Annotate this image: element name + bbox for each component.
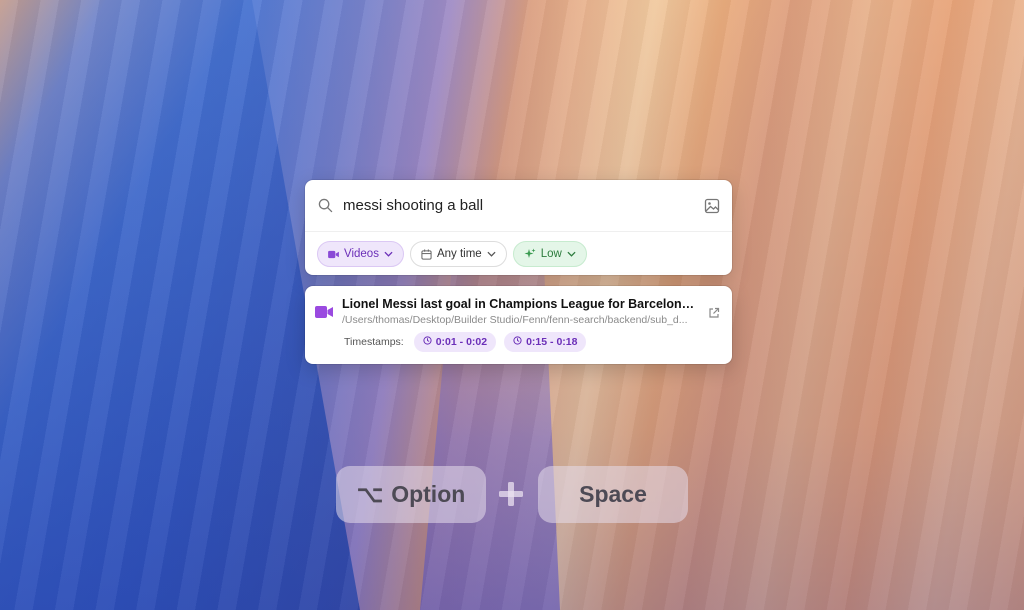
timestamp-label: 0:15 - 0:18 <box>526 336 578 348</box>
timestamp-label: 0:01 - 0:02 <box>435 336 488 348</box>
filter-chip-label: Low <box>540 248 562 260</box>
timestamps-row: Timestamps: 0:01 - 0:02 0:15 - 0:18 <box>305 326 732 352</box>
result-header: Lionel Messi last goal in Champions Leag… <box>305 286 732 326</box>
video-file-icon <box>315 305 333 321</box>
timestamp-chip[interactable]: 0:15 - 0:18 <box>504 332 587 352</box>
result-file-path: /Users/thomas/Desktop/Builder Studio/Fen… <box>342 314 688 326</box>
space-key-label: Space <box>579 481 647 507</box>
clock-icon <box>423 336 432 348</box>
filter-bar: Videos Any time Low <box>305 232 732 276</box>
option-key-icon: ⌥ <box>356 481 384 507</box>
filter-chip-videos[interactable]: Videos <box>317 241 404 267</box>
search-bar <box>305 180 732 232</box>
search-panel: Videos Any time Low <box>305 180 732 275</box>
calendar-icon <box>421 248 432 260</box>
chevron-down-icon <box>384 251 393 257</box>
filter-chip-time[interactable]: Any time <box>409 241 507 267</box>
search-result-item[interactable]: Lionel Messi last goal in Champions Leag… <box>305 286 732 364</box>
search-input[interactable] <box>343 197 704 214</box>
clock-icon <box>513 336 522 348</box>
result-text: Lionel Messi last goal in Champions Leag… <box>342 297 700 326</box>
shortcut-key-option: ⌥ Option <box>336 466 486 523</box>
timestamps-label: Timestamps: <box>344 336 404 348</box>
filter-chip-quality[interactable]: Low <box>512 241 587 267</box>
external-link-icon[interactable] <box>708 306 722 320</box>
image-search-icon[interactable] <box>704 198 720 214</box>
chevron-down-icon <box>487 251 496 257</box>
shortcut-key-space: Space <box>538 466 688 523</box>
filter-chip-label: Videos <box>344 248 379 260</box>
video-camera-icon <box>328 250 339 259</box>
sparkle-icon <box>524 248 536 260</box>
timestamp-chip[interactable]: 0:01 - 0:02 <box>413 332 497 352</box>
search-icon <box>317 198 333 214</box>
option-key-label: Option <box>391 481 466 507</box>
plus-icon <box>497 478 525 510</box>
filter-chip-label: Any time <box>436 248 482 260</box>
result-title: Lionel Messi last goal in Champions Leag… <box>342 297 700 311</box>
chevron-down-icon <box>567 251 576 257</box>
